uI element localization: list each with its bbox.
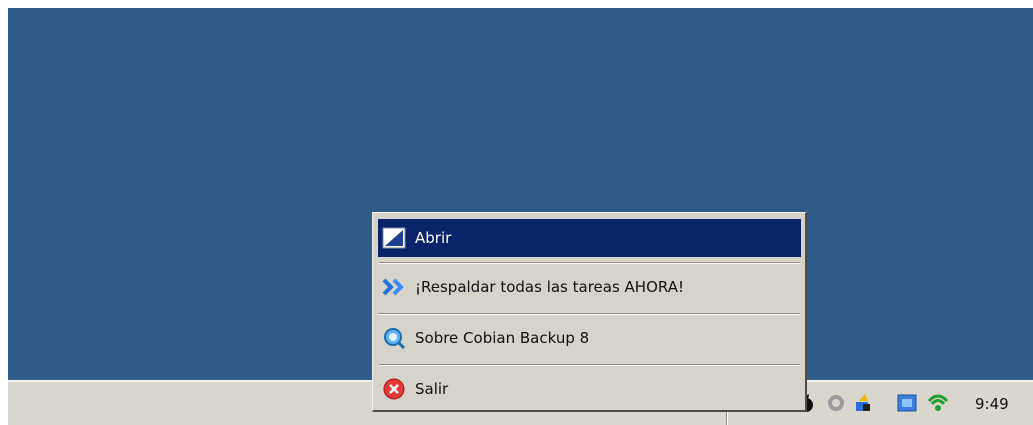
close-icon: [383, 378, 405, 400]
info-search-icon: [384, 328, 406, 350]
menu-item-label: ¡Respaldar todas las tareas AHORA!: [415, 278, 684, 296]
menu-item-label: Salir: [415, 380, 449, 398]
tray-context-menu: Abrir ¡Respaldar todas las tareas AHORA!…: [372, 212, 807, 412]
double-arrow-icon: [382, 278, 404, 296]
menu-item-open[interactable]: Abrir: [378, 219, 801, 257]
circle-icon[interactable]: [826, 393, 846, 413]
shield-icon[interactable]: [853, 393, 873, 413]
menu-item-about[interactable]: Sobre Cobian Backup 8: [378, 319, 801, 357]
menu-item-exit[interactable]: Salir: [378, 370, 801, 408]
open-window-icon: [382, 227, 406, 249]
menu-item-label: Sobre Cobian Backup 8: [415, 329, 590, 347]
menu-item-label: Abrir: [415, 229, 452, 247]
network-icon[interactable]: [897, 393, 917, 413]
taskbar-clock[interactable]: 9:49: [975, 395, 1009, 413]
wireless-icon[interactable]: [928, 393, 948, 413]
menu-separator: [379, 262, 800, 264]
menu-item-backup-all-now[interactable]: ¡Respaldar todas las tareas AHORA!: [378, 268, 801, 306]
menu-separator: [379, 313, 800, 315]
menu-separator: [379, 364, 800, 366]
